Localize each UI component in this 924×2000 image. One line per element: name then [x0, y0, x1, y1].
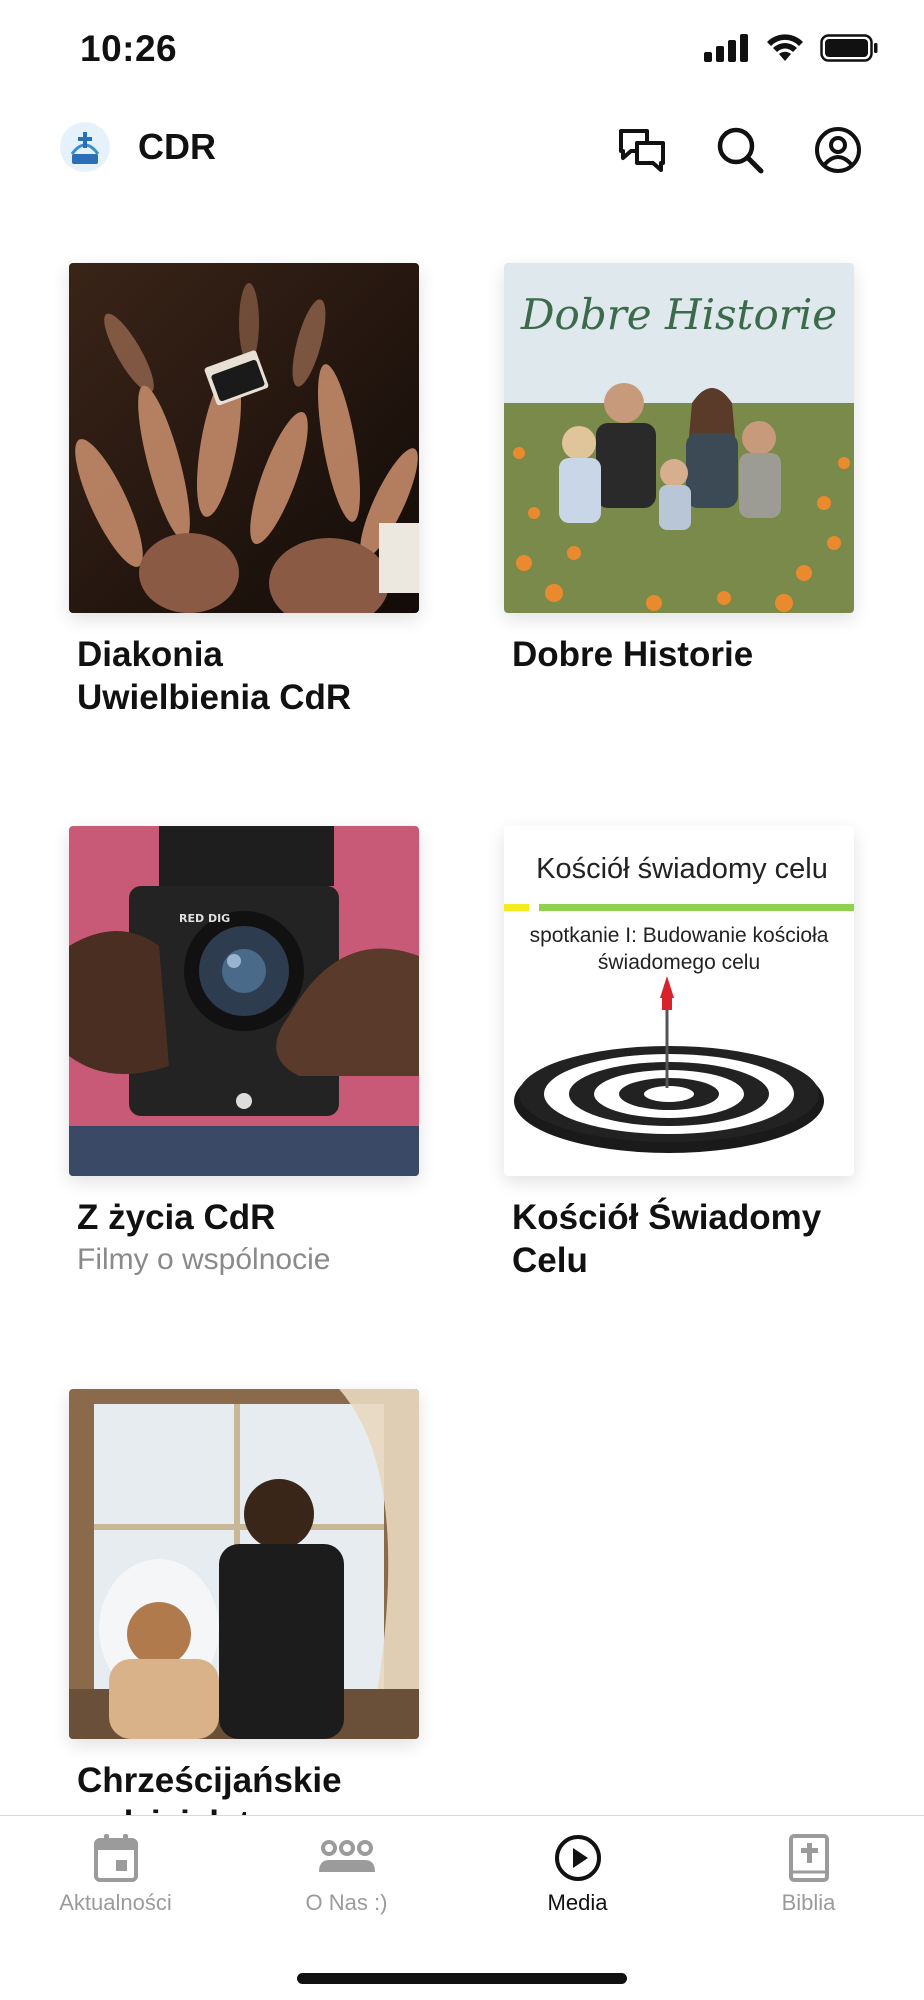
- calendar-icon: [93, 1834, 138, 1882]
- chat-button[interactable]: [614, 122, 670, 178]
- tab-biblia[interactable]: Biblia: [693, 1834, 924, 1916]
- media-card-title: Z życia CdR: [77, 1198, 276, 1237]
- search-icon: [717, 127, 764, 174]
- account-icon: [815, 127, 861, 173]
- app-logo[interactable]: [60, 122, 110, 172]
- tab-label: O Nas :): [305, 1890, 388, 1915]
- media-card-subtitle: Filmy o wspólnocie: [77, 1243, 331, 1276]
- app-title: CDR: [138, 126, 216, 167]
- signal-icon: [704, 34, 748, 62]
- home-indicator[interactable]: [297, 1973, 627, 1984]
- media-thumbnail-target: Kościół świadomy celu spotkanie I: Budow…: [504, 826, 854, 1176]
- svg-text:RED DIG: RED DIG: [179, 912, 230, 925]
- people-icon: [318, 1840, 375, 1872]
- tab-o-nas[interactable]: O Nas :): [231, 1834, 462, 1916]
- thumbnail-heading-text: Kościół świadomy celu: [536, 853, 828, 885]
- media-card-title: Diakonia Uwielbienia CdR: [77, 635, 352, 717]
- tab-label: Biblia: [781, 1890, 836, 1915]
- battery-icon: [820, 34, 878, 62]
- media-card-title: Dobre Historie: [512, 635, 754, 674]
- media-card-title: Kościół Świadomy Celu: [512, 1198, 822, 1280]
- bible-icon: [788, 1834, 829, 1882]
- chat-icon: [619, 129, 665, 172]
- tab-aktualnosci[interactable]: Aktualności: [0, 1834, 231, 1916]
- media-card-title: Chrześcijańskie rodzicielstwo: [77, 1761, 342, 1815]
- media-card-z-zycia[interactable]: RED DIG Z życia CdR Filmy o wspólnocie: [69, 826, 419, 1279]
- media-thumbnail-worship: [69, 263, 419, 613]
- media-card-kosciol[interactable]: Kościół świadomy celu spotkanie I: Budow…: [504, 826, 854, 1282]
- status-time: 10:26: [80, 28, 178, 69]
- wifi-icon: [767, 34, 803, 61]
- media-thumbnail-family: Dobre Historie: [504, 263, 854, 613]
- status-icons: [704, 34, 878, 62]
- thumbnail-subheading-text: spotkanie I: Budowanie kościoła świadome…: [529, 924, 829, 974]
- play-icon: [554, 1835, 601, 1881]
- search-button[interactable]: [712, 122, 768, 178]
- media-card-diakonia[interactable]: Diakonia Uwielbienia CdR: [69, 263, 419, 719]
- thumbnail-script-text: Dobre Historie: [520, 290, 837, 339]
- app-header: CDR: [0, 100, 924, 200]
- profile-button[interactable]: [810, 122, 866, 178]
- media-thumbnail-camera: RED DIG: [69, 826, 419, 1176]
- tab-media[interactable]: Media: [462, 1834, 693, 1916]
- tab-label: Media: [547, 1890, 608, 1915]
- status-bar: 10:26: [0, 0, 924, 100]
- media-thumbnail-children: [69, 1389, 419, 1739]
- media-card-dobre-historie[interactable]: Dobre Historie Dobre Historie: [504, 263, 854, 676]
- media-card-rodzicielstwo[interactable]: Chrześcijańskie rodzicielstwo: [69, 1389, 419, 1815]
- media-grid: Diakonia Uwielbienia CdR Dobre Historie …: [0, 200, 924, 1815]
- tab-label: Aktualności: [59, 1890, 172, 1915]
